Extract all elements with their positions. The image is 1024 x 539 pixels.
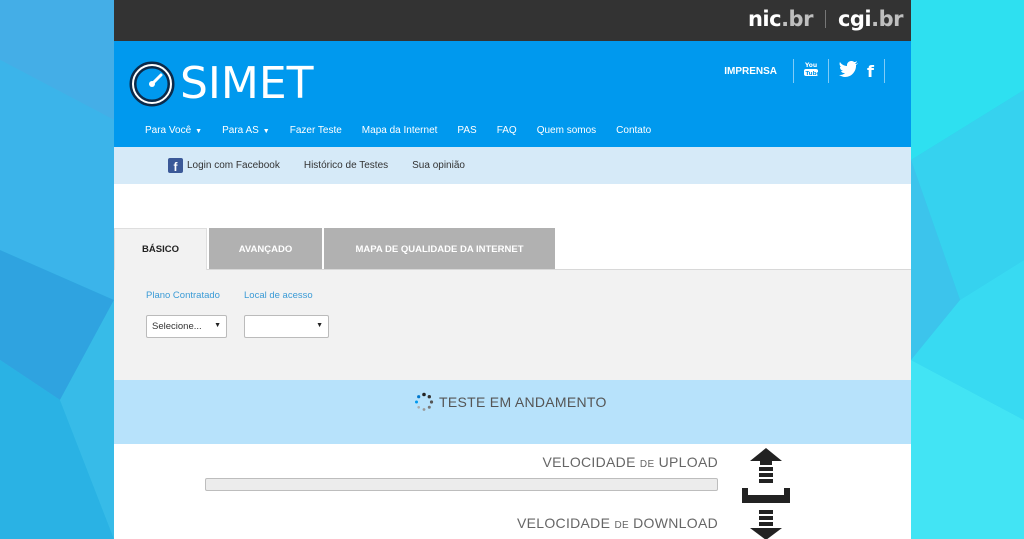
plano-select[interactable]: Selecione... ▼ — [146, 315, 227, 338]
youtube-icon[interactable]: You Tube — [804, 61, 821, 82]
opinion-link[interactable]: Sua opinião — [412, 160, 465, 171]
nav-para-voce[interactable]: Para Você ▼ — [145, 125, 202, 136]
simet-logo[interactable]: SIMET — [128, 58, 314, 109]
speedometer-icon — [129, 61, 175, 106]
facebook-icon: f — [168, 158, 183, 173]
svg-text:Tube: Tube — [806, 71, 819, 77]
history-link[interactable]: Histórico de Testes — [304, 160, 388, 171]
status-message: TESTE EM ANDAMENTO — [414, 392, 607, 412]
page-container: nic.br cgi.br SIMET IMPRENSA You Tube — [114, 0, 911, 539]
speed-section: VELOCIDADE DE UPLOAD VELOCIDADE DE DOWNL… — [114, 444, 911, 539]
local-label: Local de acesso — [244, 290, 313, 301]
facebook-icon[interactable]: f — [867, 62, 874, 81]
nav-quem-somos[interactable]: Quem somos — [537, 125, 596, 136]
twitter-icon[interactable] — [839, 60, 859, 82]
social-divider — [884, 59, 885, 83]
chevron-down-icon: ▼ — [214, 322, 221, 329]
nav-faq[interactable]: FAQ — [497, 125, 517, 136]
nav-contato[interactable]: Contato — [616, 125, 651, 136]
local-select[interactable]: ▼ — [244, 315, 329, 338]
sub-nav: f Login com Facebook Histórico de Testes… — [114, 147, 911, 184]
upload-progress-bar — [205, 478, 718, 491]
tab-mapa-qualidade[interactable]: MAPA DE QUALIDADE DA INTERNET — [324, 228, 555, 270]
main-header: SIMET IMPRENSA You Tube f Para Você▼ Para… — [114, 41, 911, 147]
facebook-login-link[interactable]: f Login com Facebook — [168, 158, 280, 173]
chevron-down-icon: ▼ — [195, 128, 203, 135]
cgi-br-logo[interactable]: cgi.br — [838, 7, 904, 31]
logo-divider — [824, 10, 826, 28]
logo-text: SIMET — [180, 58, 314, 109]
download-label: VELOCIDADE DE DOWNLOAD — [516, 515, 718, 531]
nic-br-logo[interactable]: nic.br — [748, 7, 813, 31]
loading-spinner-icon — [415, 392, 434, 411]
nav-mapa-internet[interactable]: Mapa da Internet — [362, 125, 438, 136]
download-arrow-icon — [750, 510, 782, 539]
nav-para-as[interactable]: Para AS ▼ — [222, 125, 270, 136]
partner-logos: nic.br cgi.br — [748, 7, 904, 31]
social-divider — [793, 59, 795, 83]
upload-arrow-icon — [742, 448, 790, 503]
tab-basico[interactable]: BÁSICO — [114, 228, 207, 270]
test-status-bar: TESTE EM ANDAMENTO — [114, 380, 911, 444]
nav-pas[interactable]: PAS — [457, 125, 476, 136]
chevron-down-icon: ▼ — [262, 128, 270, 135]
upload-label: VELOCIDADE DE UPLOAD — [542, 454, 718, 470]
chevron-down-icon: ▼ — [316, 322, 323, 329]
top-bar: nic.br cgi.br — [114, 0, 911, 41]
tab-avancado[interactable]: AVANÇADO — [209, 228, 322, 270]
main-nav: Para Você ▼ Para AS ▼ Fazer Teste Mapa da … — [145, 125, 671, 136]
imprensa-link[interactable]: IMPRENSA — [724, 66, 777, 77]
test-tabs: BÁSICO AVANÇADO MAPA DE QUALIDADE DA INT… — [114, 228, 911, 270]
form-panel: Plano Contratado Local de acesso Selecio… — [114, 270, 911, 380]
svg-text:You: You — [804, 62, 817, 69]
social-links: IMPRENSA You Tube f — [724, 59, 891, 83]
social-divider — [828, 59, 830, 83]
plano-label: Plano Contratado — [146, 290, 220, 301]
nav-fazer-teste[interactable]: Fazer Teste — [290, 125, 342, 136]
